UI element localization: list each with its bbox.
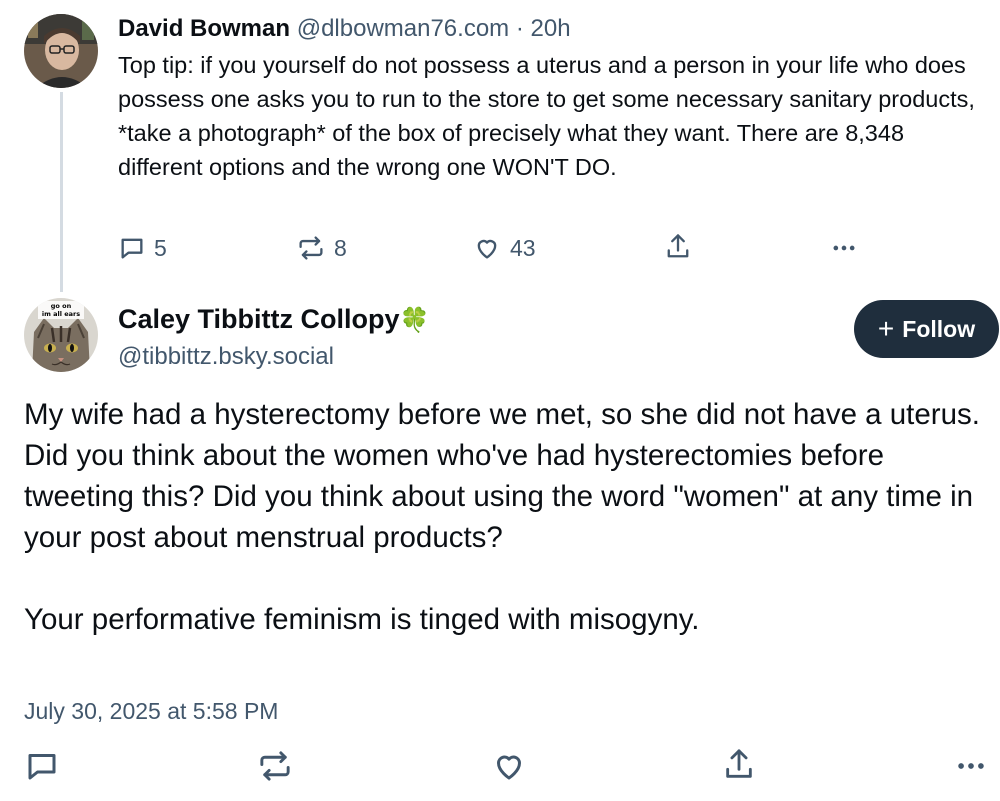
svg-text:go on: go on	[51, 302, 72, 310]
follow-button[interactable]: + Follow	[854, 300, 999, 358]
reply-paragraph: My wife had a hysterectomy before we met…	[24, 398, 980, 554]
reply-author-name[interactable]: Caley Tibbittz Collopy	[118, 304, 400, 334]
reply-icon	[118, 234, 146, 262]
reply-paragraph: Your performative feminism is tinged wit…	[24, 603, 700, 636]
reply-post-actions	[0, 744, 1000, 788]
parent-share-button[interactable]	[664, 232, 692, 262]
parent-author-handle[interactable]: @dlbowman76.com	[297, 15, 509, 42]
parent-post-text: Top tip: if you yourself do not possess …	[118, 52, 975, 180]
repost-icon	[296, 234, 326, 262]
reply-count: 5	[154, 234, 167, 261]
repost-icon	[256, 748, 294, 784]
reply-reply-button[interactable]	[24, 748, 60, 784]
like-icon	[472, 234, 502, 262]
thread-line	[60, 92, 63, 292]
parent-post-actions: 5 8 43	[118, 232, 858, 266]
reply-author-name-row: Caley Tibbittz Collopy🍀	[118, 302, 429, 338]
parent-post-header: David Bowman @dlbowman76.com · 20h	[118, 14, 988, 44]
like-icon	[490, 748, 528, 784]
reply-post-text: My wife had a hysterectomy before we met…	[24, 394, 984, 640]
follow-label: Follow	[902, 315, 976, 342]
parent-repost-button[interactable]: 8	[296, 234, 347, 262]
meta-separator: ·	[515, 15, 524, 42]
like-count: 43	[510, 234, 536, 261]
reply-like-button[interactable]	[490, 748, 528, 784]
parent-reply-button[interactable]: 5	[118, 234, 167, 262]
svg-text:im all ears: im all ears	[42, 310, 80, 318]
clover-emoji: 🍀	[399, 307, 430, 334]
reply-share-button[interactable]	[722, 746, 756, 784]
parent-more-button[interactable]	[830, 234, 858, 262]
reply-more-button[interactable]	[954, 748, 988, 784]
more-icon	[830, 234, 858, 262]
share-icon	[722, 746, 756, 784]
reply-post-header: Caley Tibbittz Collopy🍀 @tibbittz.bsky.s…	[118, 302, 429, 374]
parent-like-button[interactable]: 43	[472, 234, 536, 262]
plus-icon: +	[877, 313, 895, 344]
parent-post[interactable]: David Bowman @dlbowman76.com · 20h Top t…	[118, 14, 988, 184]
reply-repost-button[interactable]	[256, 748, 294, 784]
more-icon	[954, 748, 988, 784]
reply-icon	[24, 748, 60, 784]
parent-post-time[interactable]: 20h	[531, 15, 571, 42]
reply-author-handle[interactable]: @tibbittz.bsky.social	[118, 340, 429, 374]
share-icon	[664, 232, 692, 262]
repost-count: 8	[334, 234, 347, 261]
reply-timestamp[interactable]: July 30, 2025 at 5:58 PM	[24, 698, 278, 725]
reply-author-avatar[interactable]: go on im all ears	[24, 298, 98, 372]
parent-author-name[interactable]: David Bowman	[118, 15, 290, 42]
parent-author-avatar[interactable]	[24, 14, 98, 88]
